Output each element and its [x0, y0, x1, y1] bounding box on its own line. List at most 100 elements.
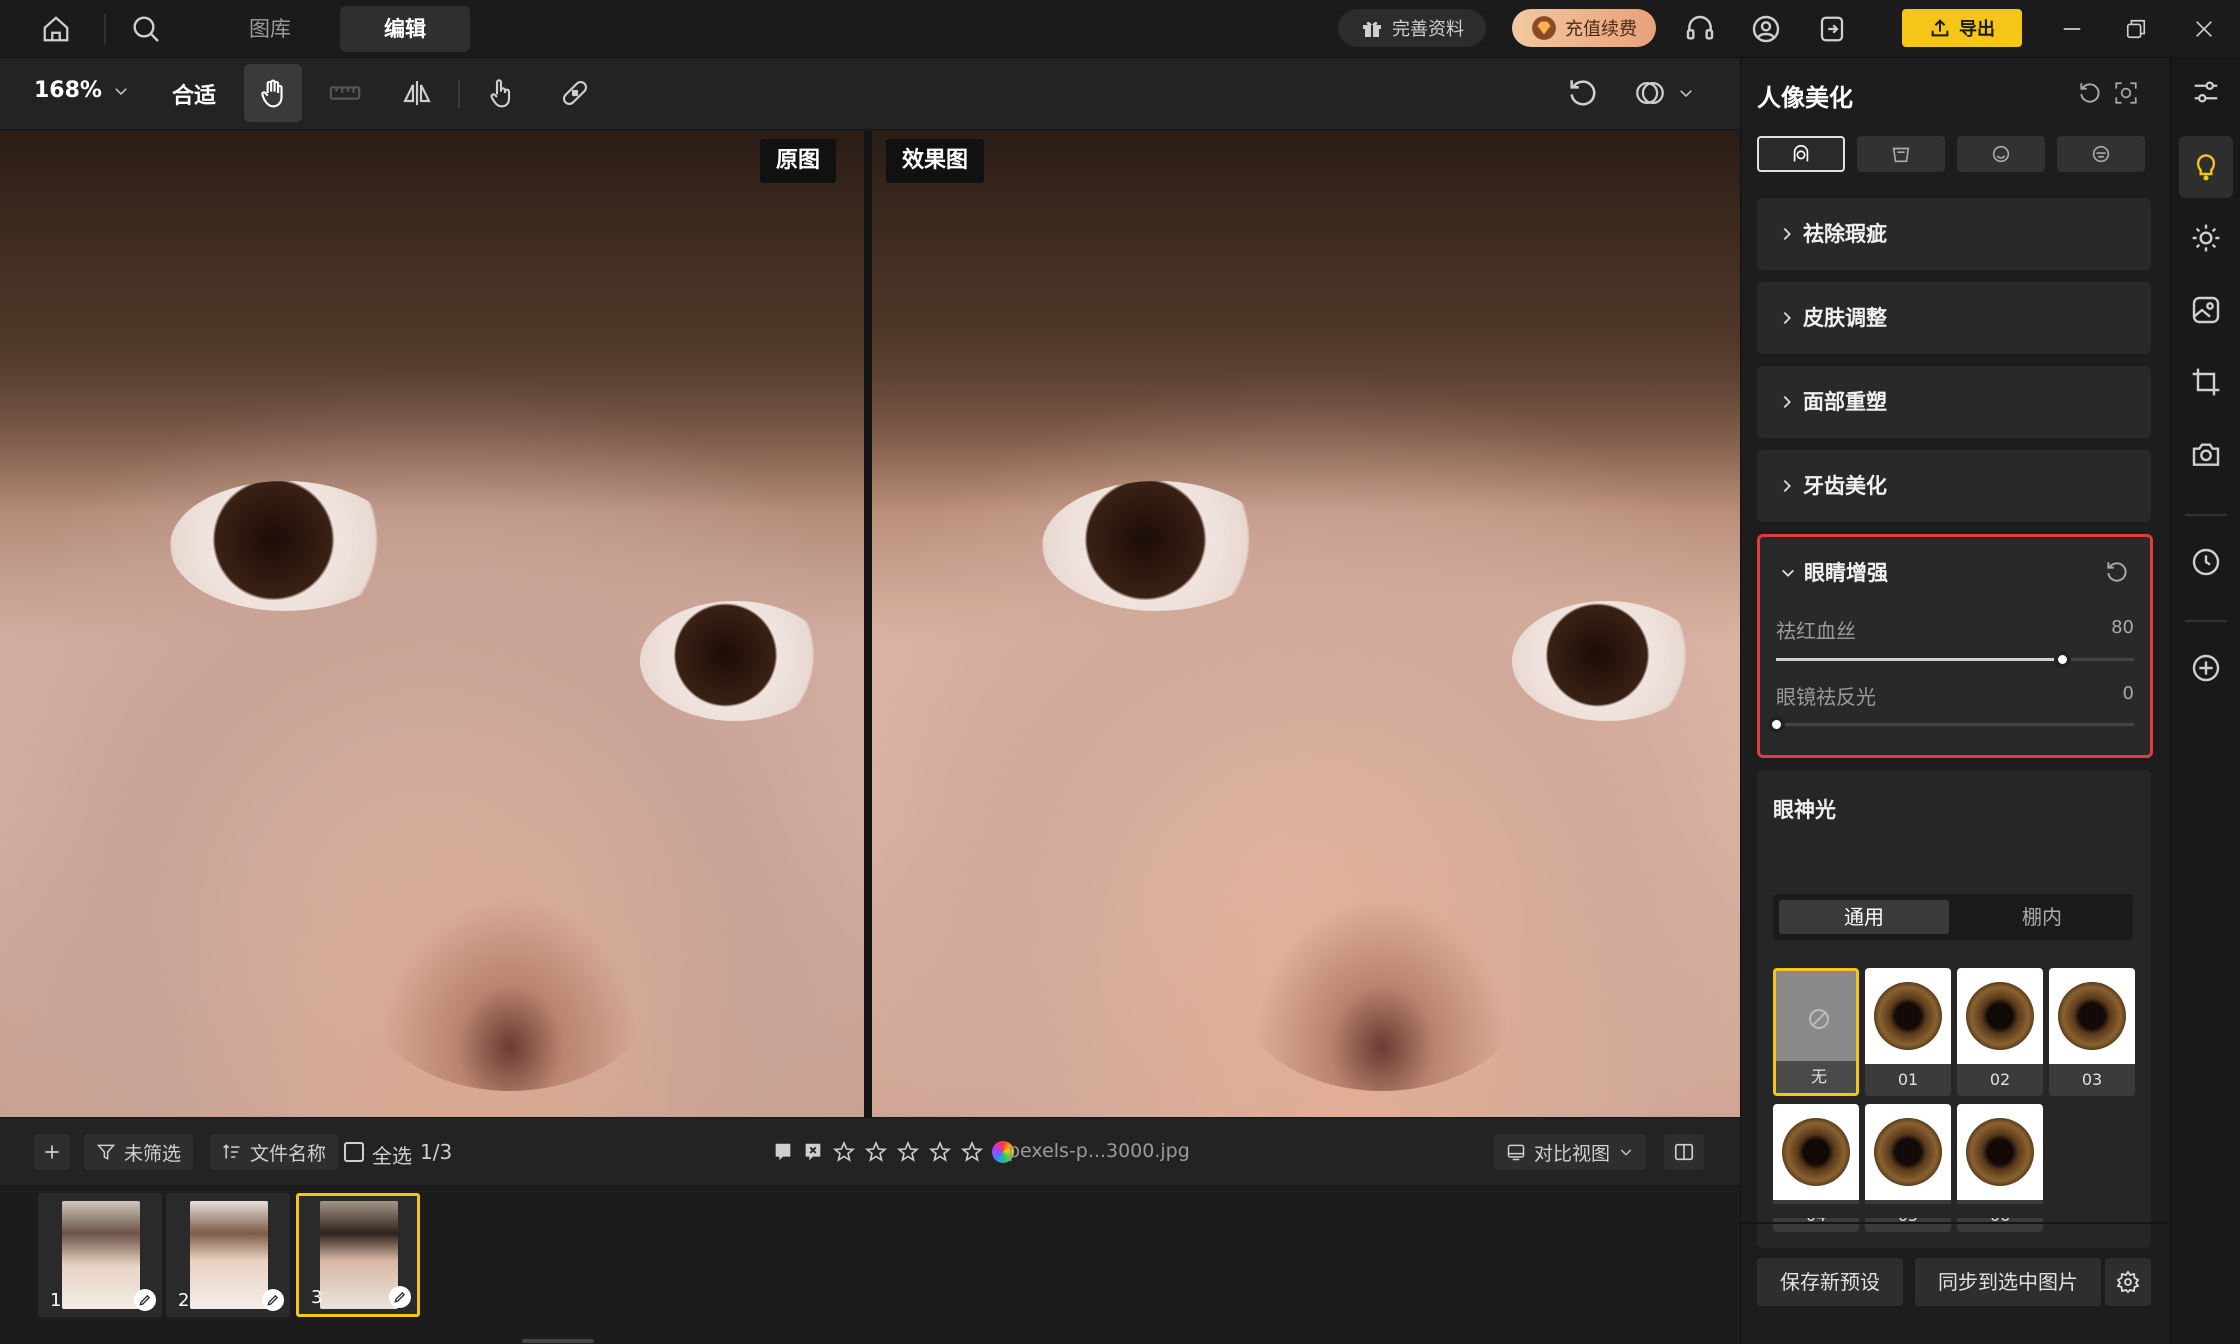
slider-handle[interactable] — [2054, 651, 2072, 668]
thumbnail-selected[interactable]: 3 — [296, 1193, 420, 1317]
chevron-down-icon[interactable] — [1780, 565, 1796, 581]
touch-tool[interactable] — [472, 64, 530, 122]
split-divider[interactable] — [864, 131, 872, 1117]
section-skin[interactable]: 皮肤调整 — [1757, 282, 2151, 354]
reset-icon[interactable] — [2104, 559, 2130, 585]
search-icon[interactable] — [126, 9, 166, 49]
catchlight-item[interactable]: 01 — [1865, 968, 1951, 1096]
save-preset-button[interactable]: 保存新预设 — [1757, 1258, 1903, 1306]
undo-button[interactable] — [1554, 64, 1612, 122]
view-mode-dropdown[interactable]: 对比视图 — [1494, 1134, 1647, 1170]
slider-value[interactable]: 0 — [2123, 683, 2134, 704]
star-icon[interactable] — [896, 1140, 920, 1164]
sort-button[interactable]: 文件名称 — [210, 1134, 339, 1170]
fit-button[interactable]: 合适 — [172, 78, 216, 110]
tab-face[interactable] — [1757, 136, 1845, 172]
sync-button[interactable]: 同步到选中图片 — [1915, 1258, 2101, 1306]
section-label: 皮肤调整 — [1803, 306, 1887, 330]
compare-view-icon — [1507, 1144, 1525, 1161]
tab-body[interactable] — [1857, 136, 1945, 172]
glasses-reflection-slider[interactable] — [1768, 716, 2134, 733]
body-icon — [1892, 147, 1910, 163]
slider-label: 眼镜祛反光 — [1776, 685, 1876, 709]
reset-icon[interactable] — [2077, 80, 2103, 106]
thumbnail[interactable]: 1 — [38, 1193, 162, 1317]
history-icon[interactable] — [2184, 540, 2228, 584]
bandage-icon — [562, 80, 588, 106]
portrait-panel: 人像美化 祛除瑕疵 皮肤调整 面部重塑 牙齿美化 眼睛增强 祛红血丝 80 眼镜… — [1740, 58, 2171, 1344]
eye-left — [1042, 481, 1272, 611]
split-view-icon — [1674, 1143, 1694, 1161]
catchlight-item[interactable]: 02 — [1957, 968, 2043, 1096]
original-label: 原图 — [760, 139, 837, 183]
tab-makeup[interactable] — [2057, 136, 2145, 172]
hand-tool[interactable] — [244, 64, 302, 122]
catchlight-none[interactable]: 无 — [1773, 968, 1859, 1096]
tab-gallery[interactable]: 图库 — [220, 6, 320, 52]
section-teeth[interactable]: 牙齿美化 — [1757, 450, 2151, 522]
star-icon[interactable] — [928, 1140, 952, 1164]
crop-icon[interactable] — [2184, 360, 2228, 404]
view-mode-label: 对比视图 — [1534, 1142, 1611, 1165]
select-all-checkbox[interactable] — [344, 1142, 364, 1162]
panel-title: 人像美化 — [1757, 84, 1853, 112]
flip-tool[interactable] — [388, 64, 446, 122]
image-adjust-icon[interactable] — [2184, 288, 2228, 332]
tab-edit[interactable]: 编辑 — [340, 6, 470, 52]
star-icon[interactable] — [960, 1140, 984, 1164]
add-circle-icon[interactable] — [2184, 646, 2228, 690]
face-detect-icon[interactable] — [2113, 80, 2139, 106]
complete-profile-button[interactable]: 完善资料 — [1338, 9, 1486, 47]
star-icon[interactable] — [864, 1140, 888, 1164]
tab-smile[interactable] — [1957, 136, 2045, 172]
flag-pick-icon[interactable] — [772, 1141, 794, 1163]
original-pane[interactable]: 原图 — [0, 131, 864, 1117]
result-pane[interactable]: 效果图 — [872, 131, 1740, 1117]
overlay-dropdown[interactable] — [1624, 64, 1704, 122]
eye-preview — [1874, 1118, 1942, 1186]
settings-button[interactable] — [2105, 1258, 2151, 1306]
slider-value[interactable]: 80 — [2111, 617, 2134, 638]
logout-icon[interactable] — [1812, 9, 1852, 49]
flag-reject-icon[interactable] — [802, 1141, 824, 1163]
home-icon[interactable] — [36, 9, 76, 49]
sliders-icon[interactable] — [2184, 70, 2228, 114]
red-vein-slider[interactable] — [1776, 651, 2134, 668]
divider — [458, 80, 460, 108]
zoom-dropdown[interactable]: 168% — [34, 78, 130, 103]
catchlight-item[interactable]: 03 — [2049, 968, 2135, 1096]
user-icon[interactable] — [1746, 9, 1786, 49]
star-icon[interactable] — [832, 1140, 856, 1164]
split-view-button[interactable] — [1664, 1134, 1704, 1170]
slider-handle[interactable] — [1768, 716, 1785, 733]
sort-icon — [223, 1144, 240, 1159]
select-all-label[interactable]: 全选 — [372, 1140, 412, 1169]
smile-icon — [1992, 145, 2010, 163]
eye-section-label[interactable]: 眼睛增强 — [1804, 557, 1888, 587]
slider-fill — [1776, 658, 2063, 661]
catchlight-label: 无 — [1776, 1061, 1856, 1093]
headset-icon[interactable] — [1680, 9, 1720, 49]
eye-preview — [2058, 982, 2126, 1050]
filter-button[interactable]: 未筛选 — [84, 1134, 194, 1170]
portrait-bulb-icon[interactable] — [2184, 144, 2228, 188]
brightness-icon[interactable] — [2184, 216, 2228, 260]
plus-icon — [45, 1145, 59, 1159]
add-button[interactable] — [34, 1134, 70, 1170]
strip-scrollbar[interactable] — [522, 1339, 594, 1343]
section-face-reshape[interactable]: 面部重塑 — [1757, 366, 2151, 438]
camera-icon[interactable] — [2184, 432, 2228, 476]
thumbnail[interactable]: 2 — [166, 1193, 290, 1317]
bandage-tool[interactable] — [546, 64, 604, 122]
section-blemish[interactable]: 祛除瑕疵 — [1757, 198, 2151, 270]
recharge-button[interactable]: 充值续费 — [1512, 9, 1656, 47]
export-button[interactable]: 导出 — [1902, 9, 2022, 47]
tab-studio[interactable]: 棚内 — [1957, 900, 2127, 934]
section-label: 祛除瑕疵 — [1803, 222, 1887, 246]
close-icon[interactable] — [2184, 9, 2224, 49]
tab-general[interactable]: 通用 — [1779, 900, 1949, 934]
image-viewer[interactable]: 原图 效果图 — [0, 131, 1740, 1117]
restore-icon[interactable] — [2116, 9, 2156, 49]
minimize-icon[interactable] — [2052, 9, 2092, 49]
ruler-tool[interactable] — [316, 64, 374, 122]
